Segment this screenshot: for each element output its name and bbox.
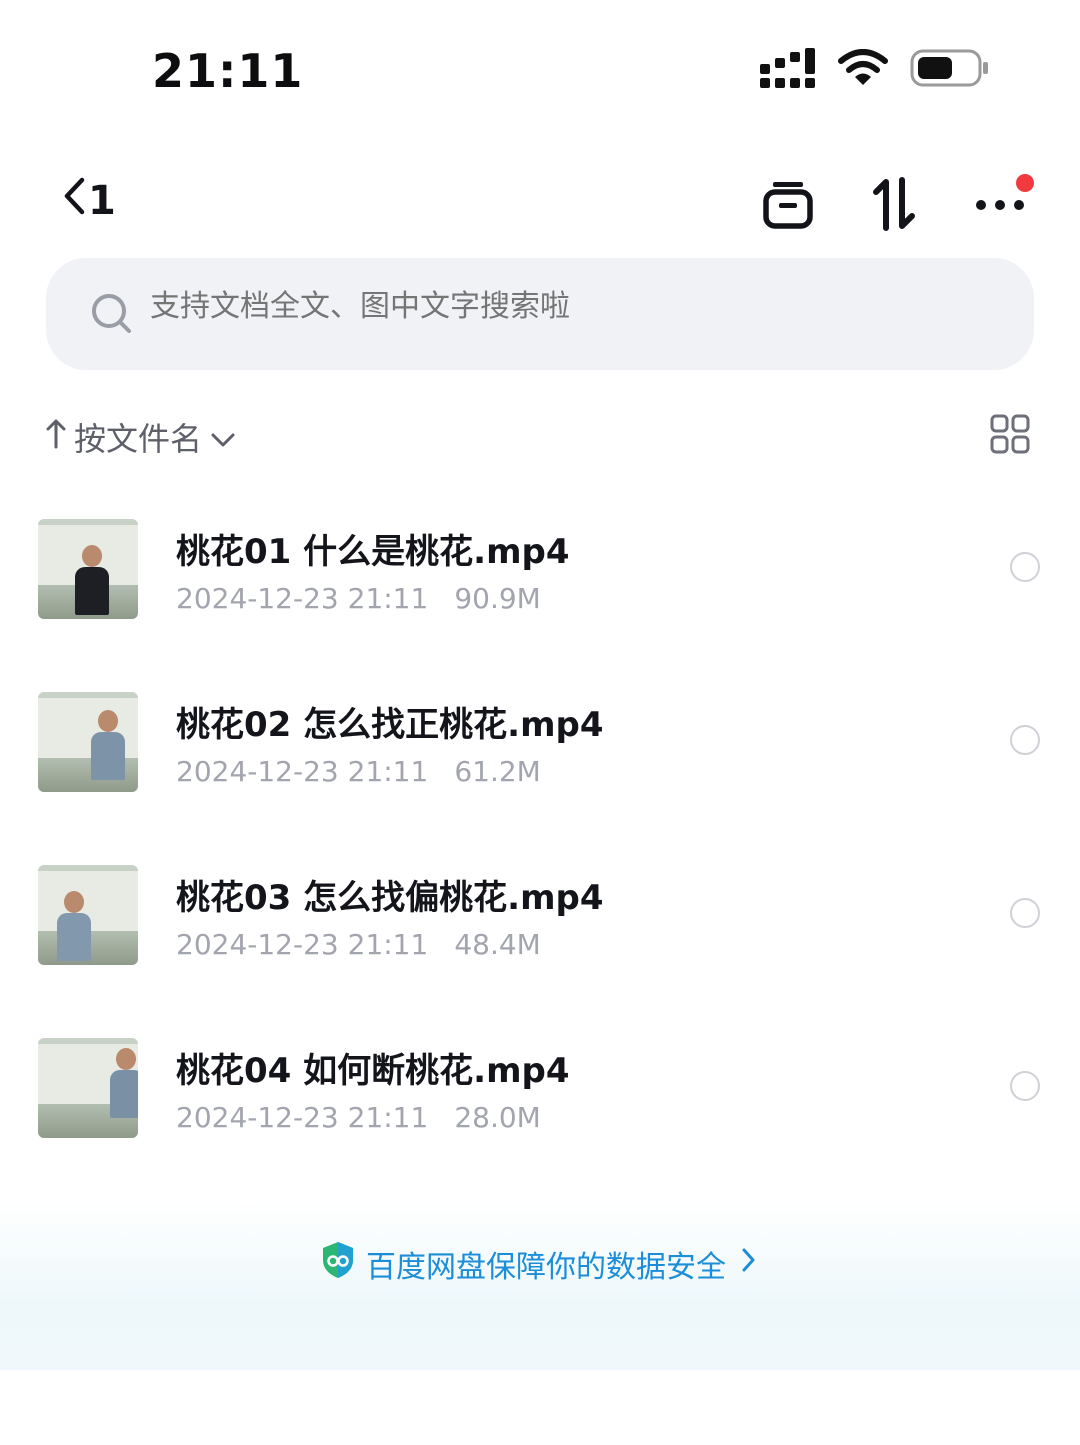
battery-icon	[910, 48, 990, 92]
chevron-right-icon	[736, 1245, 760, 1283]
file-meta: 2024-12-23 21:11 48.4M	[176, 928, 541, 961]
search-bar[interactable]	[46, 258, 1034, 370]
security-link[interactable]: 百度网盘保障你的数据安全	[0, 1240, 1080, 1288]
file-name: 桃花02 怎么找正桃花.mp4	[176, 705, 604, 745]
sort-label: 按文件名	[74, 420, 203, 458]
video-thumbnail	[38, 692, 138, 792]
select-checkbox[interactable]	[1010, 725, 1040, 755]
file-list: 桃花01 什么是桃花.mp4 2024-12-23 21:11 90.9M 桃花0…	[0, 500, 1080, 1192]
video-thumbnail	[38, 865, 138, 965]
file-date: 2024-12-23 21:11	[176, 928, 429, 961]
cellular-signal-icon	[760, 48, 816, 92]
arrow-up-icon	[46, 417, 66, 457]
transfer-arrows-icon	[870, 176, 918, 236]
back-button[interactable]: 1	[62, 176, 116, 226]
file-row[interactable]: 桃花03 怎么找偏桃花.mp4 2024-12-23 21:11 48.4M	[0, 846, 1080, 1019]
file-size: 61.2M	[454, 755, 541, 788]
file-meta: 2024-12-23 21:11 28.0M	[176, 1101, 541, 1134]
search-icon	[90, 292, 134, 340]
video-thumbnail	[38, 519, 138, 619]
footer: 百度网盘保障你的数据安全	[0, 1200, 1080, 1370]
select-checkbox[interactable]	[1010, 552, 1040, 582]
status-time: 21:11	[152, 44, 304, 98]
grid-icon	[990, 414, 1030, 458]
file-name: 桃花03 怎么找偏桃花.mp4	[176, 878, 604, 918]
file-name: 桃花04 如何断桃花.mp4	[176, 1051, 570, 1091]
back-label: 1	[88, 178, 116, 224]
more-dots-icon	[975, 197, 1025, 216]
file-size: 48.4M	[454, 928, 541, 961]
select-checkbox[interactable]	[1010, 898, 1040, 928]
more-button[interactable]	[968, 174, 1034, 238]
chevron-left-icon	[62, 176, 86, 226]
file-size: 90.9M	[454, 582, 541, 615]
sort-row: 按文件名	[0, 400, 1080, 470]
file-row[interactable]: 桃花02 怎么找正桃花.mp4 2024-12-23 21:11 61.2M	[0, 673, 1080, 846]
chevron-down-icon	[210, 418, 236, 456]
status-icons	[760, 48, 990, 92]
file-date: 2024-12-23 21:11	[176, 1101, 429, 1134]
file-meta: 2024-12-23 21:11 90.9M	[176, 582, 541, 615]
search-input[interactable]	[148, 288, 992, 325]
notification-dot	[1016, 174, 1034, 192]
select-checkbox[interactable]	[1010, 1071, 1040, 1101]
file-date: 2024-12-23 21:11	[176, 755, 429, 788]
file-size: 28.0M	[454, 1101, 541, 1134]
file-meta: 2024-12-23 21:11 61.2M	[176, 755, 541, 788]
file-name: 桃花01 什么是桃花.mp4	[176, 532, 570, 572]
file-date: 2024-12-23 21:11	[176, 582, 429, 615]
shield-icon	[320, 1240, 356, 1288]
video-thumbnail	[38, 1038, 138, 1138]
wifi-icon	[838, 49, 888, 91]
file-row[interactable]: 桃花04 如何断桃花.mp4 2024-12-23 21:11 28.0M	[0, 1019, 1080, 1192]
transfer-button[interactable]	[862, 174, 926, 238]
file-row[interactable]: 桃花01 什么是桃花.mp4 2024-12-23 21:11 90.9M	[0, 500, 1080, 673]
security-text: 百度网盘保障你的数据安全	[366, 1250, 726, 1285]
status-bar: 21:11	[0, 0, 1080, 140]
grid-view-toggle[interactable]	[990, 414, 1030, 458]
sort-button[interactable]: 按文件名	[46, 414, 236, 460]
nav-bar: 1	[0, 160, 1080, 250]
archive-button[interactable]	[756, 174, 820, 238]
archive-icon	[762, 178, 814, 234]
